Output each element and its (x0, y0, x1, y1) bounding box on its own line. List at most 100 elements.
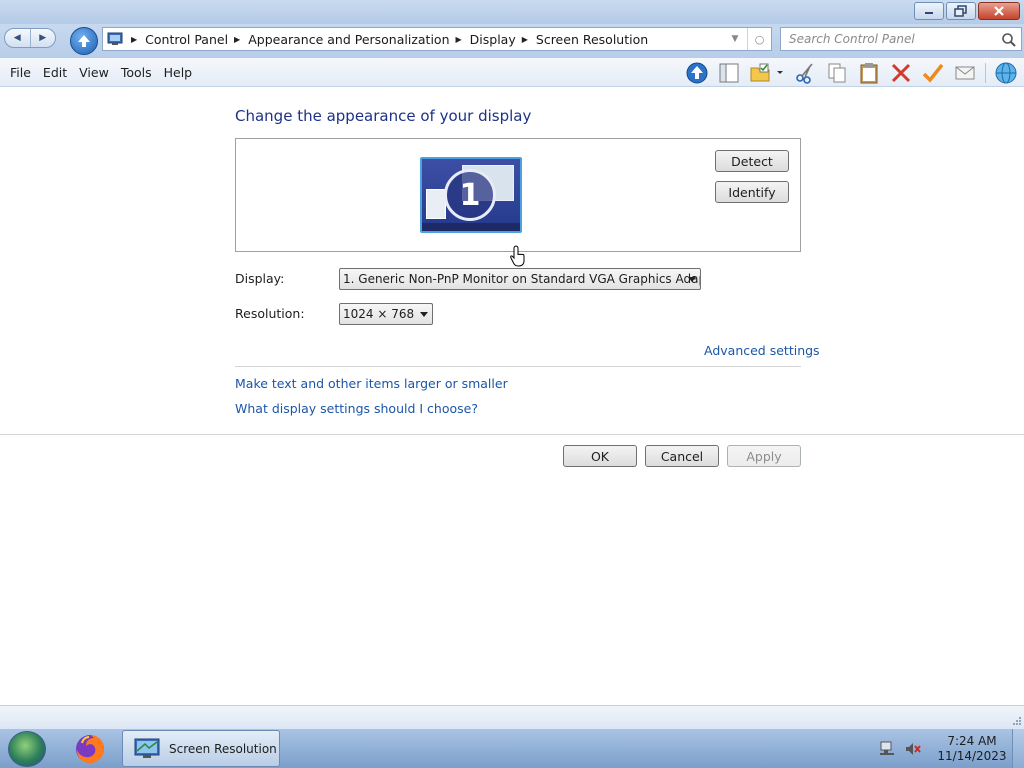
display-label: Display: (235, 271, 285, 286)
network-icon (880, 741, 894, 755)
address-row: ◀ ▶ ▶ Control Panel ▶ Appearance and Per… (0, 24, 1024, 58)
clock-time: 7:24 AM (947, 734, 997, 748)
start-button[interactable] (8, 731, 46, 767)
minimize-icon (925, 12, 933, 14)
address-bar[interactable]: ▶ Control Panel ▶ Appearance and Persona… (102, 27, 772, 51)
scissors-icon (796, 63, 813, 84)
search-icon[interactable] (1001, 32, 1017, 48)
toolbar-copy-button[interactable] (823, 60, 851, 86)
close-icon (994, 6, 1004, 16)
toolbar-folder-options-button[interactable] (747, 60, 787, 86)
ok-button[interactable]: OK (563, 445, 637, 467)
toolbar-up-button[interactable] (683, 60, 711, 86)
back-forward-buttons: ◀ ▶ (4, 28, 56, 48)
advanced-settings-link[interactable]: Advanced settings (704, 343, 820, 358)
volume-tray-button[interactable] (902, 738, 924, 760)
divider (235, 366, 801, 367)
breadcrumb-control-panel[interactable]: Control Panel (145, 32, 228, 47)
chevron-down-icon (688, 277, 696, 282)
page-title: Change the appearance of your display (235, 107, 532, 125)
breadcrumb-separator: ▶ (131, 34, 138, 44)
address-dropdown-button[interactable]: ▼ (725, 28, 745, 50)
clock[interactable]: 7:24 AM 11/14/2023 (936, 734, 1008, 764)
toolbar-separator (985, 63, 986, 83)
screen-resolution-taskbar-button[interactable]: Screen Resolution (122, 730, 280, 767)
firefox-icon (76, 735, 104, 763)
hand-cursor-icon (510, 245, 525, 267)
window-controls (914, 2, 1020, 20)
show-desktop-button[interactable] (1012, 729, 1024, 768)
toolbar-panel-button[interactable] (715, 60, 743, 86)
refresh-button[interactable]: ○ (747, 28, 771, 50)
menu-edit[interactable]: Edit (37, 65, 73, 80)
clock-date: 11/14/2023 (937, 749, 1007, 763)
menu-view[interactable]: View (73, 65, 115, 80)
up-arrow-icon (78, 35, 90, 47)
folder-options-icon (750, 63, 783, 82)
forward-button[interactable]: ▶ (29, 29, 56, 47)
cancel-button[interactable]: Cancel (645, 445, 719, 467)
taskbar: Screen Resolution 7:24 AM 11/14/2023 (0, 728, 1024, 768)
display-select-value: 1. Generic Non-PnP Monitor on Standard V… (343, 272, 701, 286)
status-bar (0, 705, 1024, 728)
menu-file[interactable]: File (4, 65, 37, 80)
monitor-preview-taskbar (422, 223, 520, 231)
toolbar-globe-button[interactable] (992, 60, 1020, 86)
menu-bar: File Edit View Tools Help (4, 58, 198, 86)
search-box (780, 27, 1022, 51)
paste-icon (860, 63, 878, 84)
chevron-down-icon (420, 312, 428, 317)
breadcrumb-display[interactable]: Display (470, 32, 516, 47)
mail-icon (955, 66, 975, 80)
toolbar-delete-button[interactable] (887, 60, 915, 86)
apply-button[interactable]: Apply (727, 445, 801, 467)
title-bar (0, 0, 1024, 24)
monitor-1-thumbnail[interactable]: 1 (420, 157, 522, 233)
monitor-preview-window (426, 189, 446, 219)
system-tray: 7:24 AM 11/14/2023 (876, 729, 1024, 768)
toolbar-paste-button[interactable] (855, 60, 883, 86)
toolbar-cut-button[interactable] (791, 60, 819, 86)
breadcrumb-separator: ▶ (234, 34, 241, 44)
breadcrumb-screen-resolution[interactable]: Screen Resolution (536, 32, 648, 47)
network-tray-button[interactable] (876, 738, 898, 760)
detect-button[interactable]: Detect (715, 150, 789, 172)
up-icon (686, 62, 708, 84)
active-task-label: Screen Resolution (169, 741, 277, 756)
resolution-select[interactable]: 1024 × 768 (339, 303, 433, 325)
display-help-link[interactable]: What display settings should I choose? (235, 401, 478, 416)
firefox-taskbar-button[interactable] (70, 731, 110, 767)
breadcrumb-appearance[interactable]: Appearance and Personalization (248, 32, 449, 47)
divider (0, 434, 1024, 435)
display-select[interactable]: 1. Generic Non-PnP Monitor on Standard V… (339, 268, 701, 290)
toolbar-properties-button[interactable] (919, 60, 947, 86)
main-content: Change the appearance of your display 1 … (0, 87, 1024, 705)
breadcrumb-separator: ▶ (521, 34, 528, 44)
panel-icon (719, 63, 739, 83)
speaker-muted-icon (906, 743, 921, 755)
control-panel-icon (105, 28, 125, 50)
check-icon (922, 63, 944, 83)
text-size-link[interactable]: Make text and other items larger or smal… (235, 376, 508, 391)
identify-button[interactable]: Identify (715, 181, 789, 203)
toolbar-mail-button[interactable] (951, 60, 979, 86)
delete-icon (891, 63, 911, 83)
resolution-select-value: 1024 × 768 (343, 307, 415, 321)
copy-icon (828, 63, 846, 83)
resize-grip-icon[interactable] (1012, 716, 1022, 726)
toolbar (683, 60, 1020, 86)
maximize-button[interactable] (946, 2, 976, 20)
menu-help[interactable]: Help (158, 65, 199, 80)
breadcrumb-separator: ▶ (455, 34, 462, 44)
up-button[interactable] (70, 27, 98, 55)
monitor-number: 1 (444, 169, 496, 221)
search-input[interactable] (789, 32, 995, 46)
close-button[interactable] (978, 2, 1020, 20)
minimize-button[interactable] (914, 2, 944, 20)
globe-icon (995, 62, 1017, 84)
resolution-label: Resolution: (235, 306, 305, 321)
menu-tools[interactable]: Tools (115, 65, 158, 80)
back-button[interactable]: ◀ (5, 29, 30, 47)
menu-toolbar-row: File Edit View Tools Help (0, 58, 1024, 87)
restore-icon (954, 5, 967, 17)
